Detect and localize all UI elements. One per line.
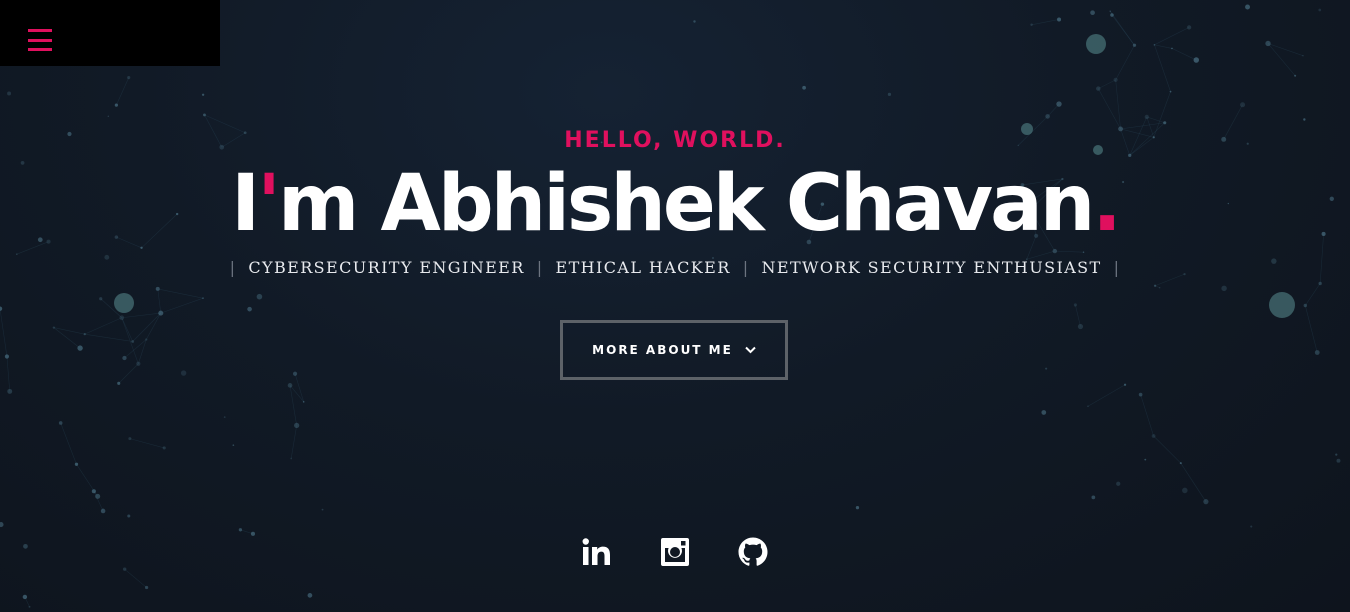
- role-item: ETHICAL HACKER: [555, 258, 731, 277]
- linkedin-icon[interactable]: [581, 536, 613, 568]
- roles-list: | CYBERSECURITY ENGINEER | ETHICAL HACKE…: [0, 258, 1350, 277]
- background-network-pattern: [0, 4, 1341, 608]
- role-separator: |: [1113, 258, 1121, 277]
- role-item: NETWORK SECURITY ENTHUSIAST: [761, 258, 1102, 277]
- hero-name-heading: I'm Abhishek Chavan.: [0, 156, 1350, 252]
- chevron-down-icon: [745, 346, 756, 354]
- role-item: CYBERSECURITY ENGINEER: [248, 258, 525, 277]
- github-icon[interactable]: [737, 536, 769, 568]
- role-separator: |: [536, 258, 544, 277]
- role-separator: |: [742, 258, 750, 277]
- greeting-text: HELLO, WORLD.: [564, 128, 786, 153]
- more-about-me-label: MORE ABOUT ME: [592, 343, 733, 357]
- role-separator: |: [229, 258, 237, 277]
- more-about-me-button[interactable]: MORE ABOUT ME: [560, 320, 788, 380]
- instagram-icon[interactable]: [659, 536, 691, 568]
- hamburger-menu-icon[interactable]: [28, 29, 52, 51]
- name-period: .: [1092, 159, 1122, 249]
- menu-panel: [0, 0, 220, 66]
- social-links: [0, 536, 1350, 568]
- name-rest: m Abhishek Chavan: [278, 159, 1095, 249]
- name-prefix: I: [231, 159, 260, 249]
- name-apostrophe: ': [257, 159, 281, 249]
